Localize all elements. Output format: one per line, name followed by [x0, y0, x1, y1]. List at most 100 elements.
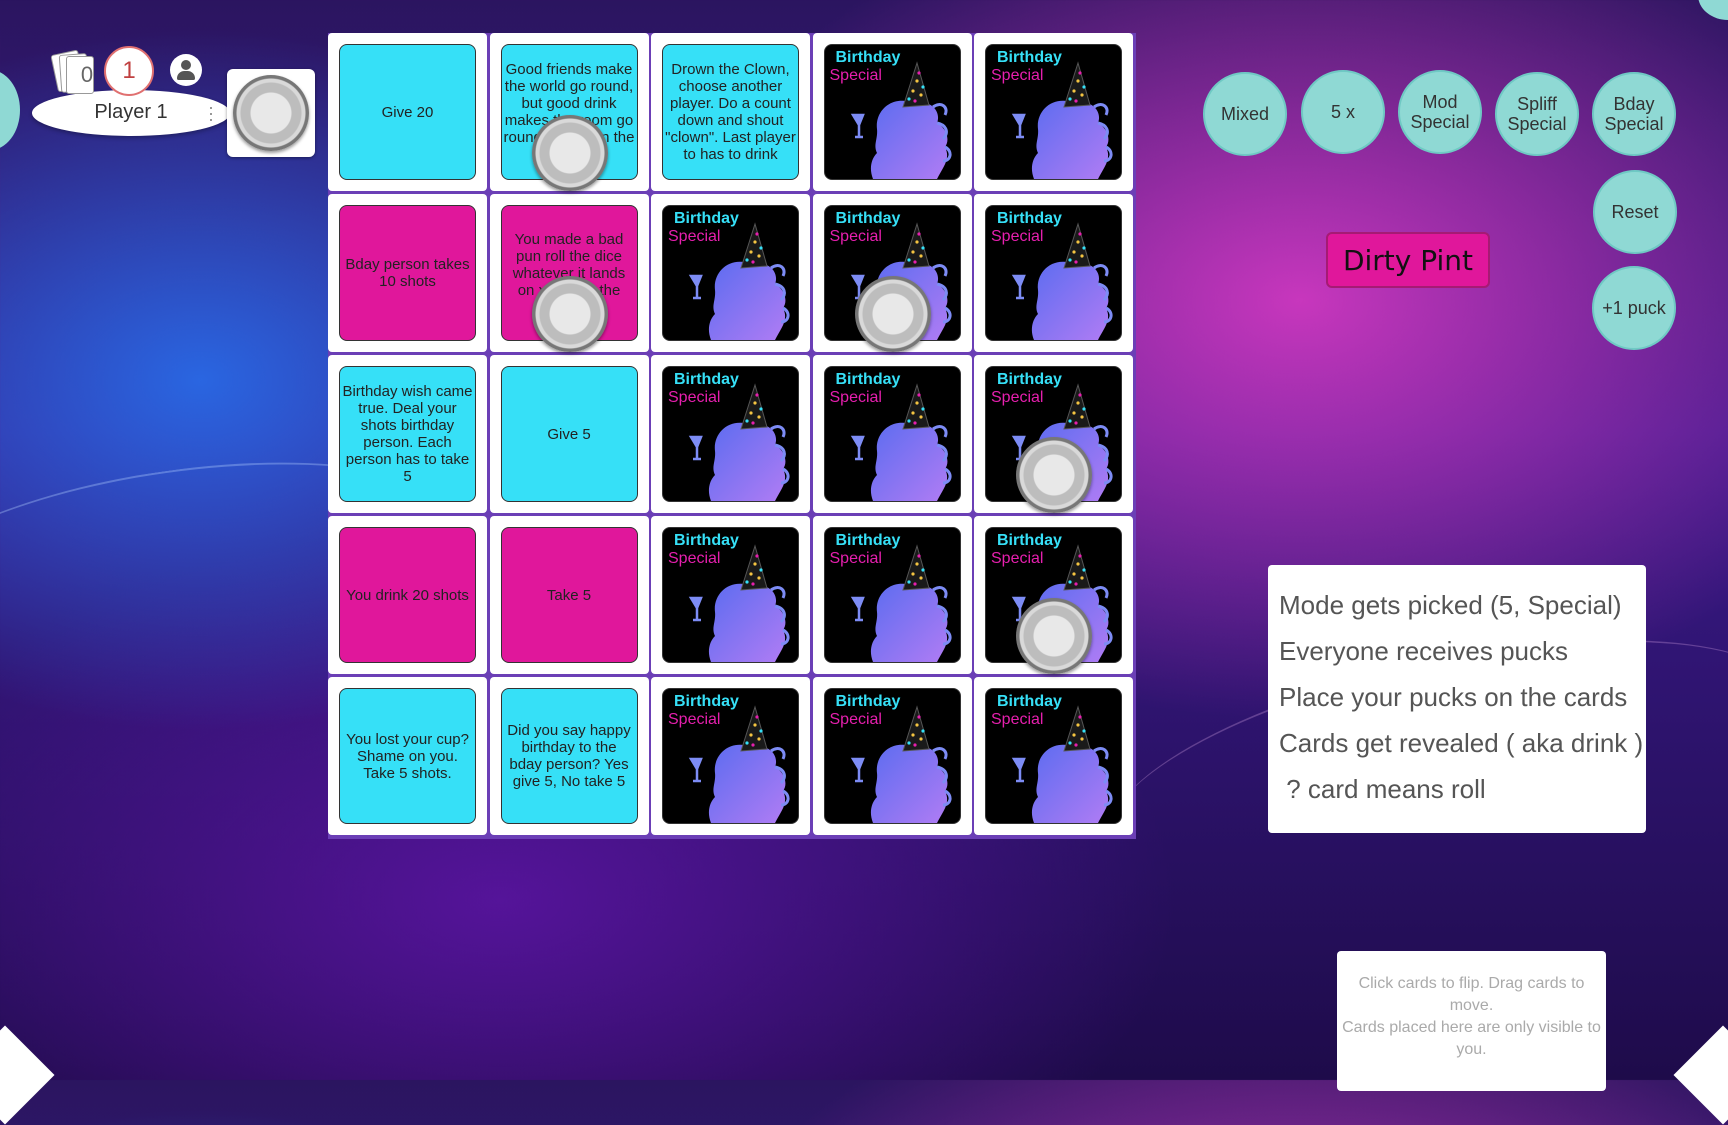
- card-text: Drown the Clown, choose another player. …: [665, 61, 796, 163]
- rule-line: Mode gets picked (5, Special): [1279, 590, 1622, 620]
- card-subtitle: Special: [668, 711, 721, 728]
- card-subtitle: Special: [829, 550, 882, 567]
- card-text: Take 5: [546, 586, 592, 604]
- corner-decoration: [1673, 1025, 1728, 1125]
- board-cell: Birthday Special: [974, 33, 1133, 191]
- mod-special-button[interactable]: Mod Special: [1398, 70, 1482, 154]
- bday-special-button[interactable]: Bday Special: [1592, 72, 1676, 156]
- cyan-card[interactable]: Did you say happy birthday to the bday p…: [500, 688, 638, 824]
- puck[interactable]: [1016, 598, 1092, 674]
- board-cell: Birthday Special: [651, 516, 810, 674]
- card-subtitle: Special: [991, 550, 1044, 567]
- add-puck-button[interactable]: +1 puck: [1592, 266, 1676, 350]
- birthday-special-card[interactable]: Birthday Special: [985, 44, 1122, 180]
- more-options-icon[interactable]: · · ·: [208, 98, 214, 128]
- board-cell: Birthday Special: [812, 33, 972, 191]
- board-cell: Did you say happy birthday to the bday p…: [489, 677, 649, 835]
- private-hand-area[interactable]: Click cards to flip. Drag cards to move.…: [1337, 951, 1606, 1091]
- card-text: Birthday wish came true. Deal your shots…: [342, 383, 473, 485]
- cyan-card[interactable]: Birthday wish came true. Deal your shots…: [339, 366, 476, 502]
- mode-label: Dirty Pint: [1326, 232, 1490, 288]
- birthday-special-card[interactable]: Birthday Special: [662, 205, 799, 341]
- rule-line: Place your pucks on the cards: [1279, 682, 1628, 712]
- hand-card-count: 0: [80, 62, 94, 87]
- card-subtitle: Special: [991, 711, 1044, 728]
- board-cell: Take 5: [489, 516, 649, 674]
- offscreen-button[interactable]: [0, 70, 20, 150]
- board-cell: You lost your cup? Shame on you. Take 5 …: [328, 677, 487, 835]
- cyan-card[interactable]: Give 5: [500, 366, 638, 502]
- user-icon[interactable]: [170, 54, 202, 86]
- spliff-special-button[interactable]: Spliff Special: [1495, 72, 1579, 156]
- card-title: Birthday: [674, 693, 739, 710]
- card-title: Birthday: [997, 49, 1062, 66]
- card-title: Birthday: [835, 532, 901, 549]
- board-cell: You drink 20 shots: [328, 516, 487, 674]
- magenta-card[interactable]: Bday person takes 10 shots: [339, 205, 476, 341]
- card-text: You drink 20 shots: [346, 586, 469, 604]
- card-text: Bday person takes 10 shots: [345, 256, 470, 290]
- magenta-card[interactable]: You drink 20 shots: [339, 527, 476, 663]
- player-name: Player 1: [94, 101, 168, 123]
- hint-text: Click cards to flip. Drag cards to move.: [1358, 975, 1585, 1014]
- corner-decoration: [0, 1025, 55, 1125]
- birthday-special-card[interactable]: Birthday Special: [985, 688, 1122, 824]
- card-subtitle: Special: [829, 67, 882, 84]
- puck[interactable]: [1016, 437, 1092, 513]
- board-cell: Bday person takes 10 shots: [328, 194, 487, 352]
- card-title: Birthday: [674, 532, 739, 549]
- mixed-mode-button[interactable]: Mixed: [1203, 72, 1287, 156]
- cyan-card[interactable]: You lost your cup? Shame on you. Take 5 …: [339, 688, 476, 824]
- reset-button[interactable]: Reset: [1593, 170, 1677, 254]
- board-cell: Birthday Special: [974, 677, 1133, 835]
- card-title: Birthday: [835, 49, 901, 66]
- board-cell: Birthday Special: [812, 355, 972, 513]
- birthday-special-card[interactable]: Birthday Special: [662, 688, 799, 824]
- hand-cards-icon: 0: [50, 49, 94, 94]
- board-cell: Birthday Special: [974, 194, 1133, 352]
- puck[interactable]: [233, 75, 309, 151]
- card-title: Birthday: [997, 693, 1062, 710]
- game-board: Give 20 Good friends make the world go ro…: [328, 33, 1136, 839]
- card-title: Birthday: [997, 371, 1062, 388]
- birthday-special-card[interactable]: Birthday Special: [823, 44, 961, 180]
- five-x-mode-button[interactable]: 5 x: [1301, 70, 1385, 154]
- card-subtitle: Special: [668, 550, 721, 567]
- puck[interactable]: [531, 276, 608, 352]
- board-cell: Birthday Special: [651, 194, 810, 352]
- rule-line: Everyone receives pucks: [1279, 636, 1569, 666]
- offscreen-button[interactable]: [1698, 0, 1728, 20]
- card-title: Birthday: [997, 532, 1062, 549]
- birthday-special-card[interactable]: Birthday Special: [823, 527, 961, 663]
- birthday-special-card[interactable]: Birthday Special: [985, 205, 1122, 341]
- card-subtitle: Special: [829, 711, 882, 728]
- card-title: Birthday: [997, 210, 1062, 227]
- card-subtitle: Special: [668, 389, 721, 406]
- card-title: Birthday: [835, 693, 901, 710]
- card-subtitle: Special: [991, 67, 1044, 84]
- birthday-special-card[interactable]: Birthday Special: [662, 366, 799, 502]
- card-text: Give 5: [547, 425, 591, 443]
- card-subtitle: Special: [829, 228, 882, 245]
- card-title: Birthday: [674, 371, 739, 388]
- card-title: Birthday: [835, 210, 901, 227]
- card-subtitle: Special: [668, 228, 721, 245]
- birthday-special-card[interactable]: Birthday Special: [823, 366, 961, 502]
- board-cell: Birthday Special: [812, 677, 972, 835]
- hint-text: Cards placed here are only visible to yo…: [1342, 1019, 1601, 1058]
- puck[interactable]: [854, 276, 931, 352]
- cyan-card[interactable]: Give 20: [339, 44, 476, 180]
- board-cell: Birthday Special: [651, 677, 810, 835]
- rule-line: Cards get revealed ( aka drink ): [1279, 728, 1644, 758]
- puck-holder: [227, 69, 315, 157]
- cyan-card[interactable]: Drown the Clown, choose another player. …: [662, 44, 799, 180]
- board-cell: Birthday Special: [812, 516, 972, 674]
- birthday-special-card[interactable]: Birthday Special: [823, 688, 961, 824]
- board-cell: Birthday Special: [651, 355, 810, 513]
- player-score-badge: 1: [104, 46, 154, 96]
- birthday-special-card[interactable]: Birthday Special: [662, 527, 799, 663]
- magenta-card[interactable]: Take 5: [500, 527, 638, 663]
- puck[interactable]: [531, 115, 608, 191]
- board-cell: Drown the Clown, choose another player. …: [651, 33, 810, 191]
- player-panel: Player 1 · · · 0 1: [32, 44, 232, 140]
